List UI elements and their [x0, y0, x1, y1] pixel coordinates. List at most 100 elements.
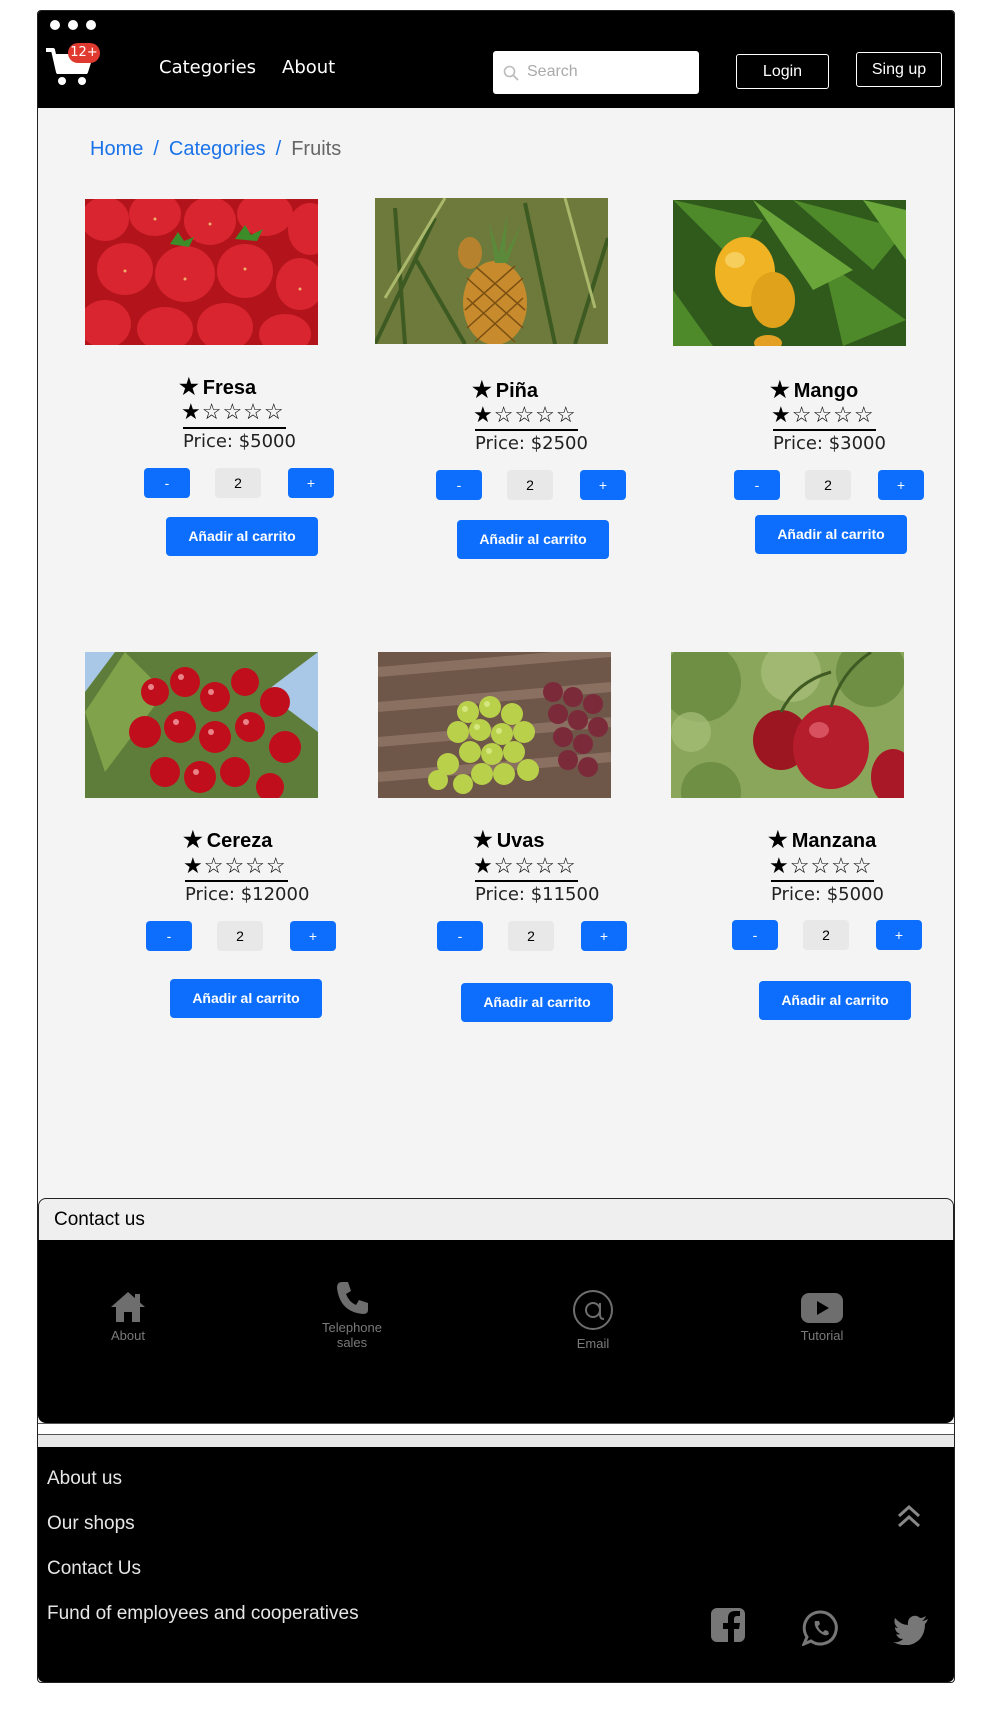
qty-value[interactable]: 2	[215, 468, 261, 498]
qty-minus-button[interactable]: -	[734, 470, 780, 500]
breadcrumb: Home / Categories / Fruits	[90, 138, 341, 161]
window-dot-icon	[68, 20, 78, 30]
qty-plus-button[interactable]: +	[876, 920, 922, 950]
search-icon	[503, 65, 519, 81]
qty-value[interactable]: 2	[805, 470, 851, 500]
contact-title: Contact us	[54, 1209, 145, 1230]
add-to-cart-button[interactable]: Añadir al carrito	[170, 979, 322, 1018]
contact-tutorial-label: Tutorial	[800, 1328, 844, 1343]
contact-tutorial-item[interactable]: Tutorial	[782, 1292, 862, 1343]
contact-about-label: About	[111, 1328, 145, 1343]
add-to-cart-button[interactable]: Añadir al carrito	[461, 983, 613, 1022]
product-name-label: Fresa	[202, 377, 257, 399]
contact-telephone-item[interactable]: Telephone sales	[307, 1280, 397, 1350]
rating-stars[interactable]: ★☆☆☆☆	[181, 400, 285, 424]
qty-minus-button[interactable]: -	[437, 921, 483, 951]
product-image-cherry	[85, 652, 318, 798]
whatsapp-icon[interactable]	[802, 1610, 840, 1646]
chevrons-up-icon[interactable]	[896, 1503, 922, 1529]
footer-link-about-us[interactable]: About us	[47, 1468, 122, 1490]
qty-value[interactable]: 2	[217, 921, 263, 951]
star-icon: ★	[473, 827, 493, 852]
qty-value[interactable]: 2	[803, 920, 849, 950]
breadcrumb-categories[interactable]: Categories	[169, 138, 266, 160]
contact-email-label: Email	[576, 1336, 610, 1351]
product-name: ★ Mango	[770, 377, 858, 403]
twitter-icon[interactable]	[893, 1615, 929, 1645]
product-price: Price: $3000	[773, 433, 886, 454]
qty-plus-button[interactable]: +	[878, 470, 924, 500]
qty-minus-button[interactable]: -	[144, 468, 190, 498]
product-name: ★ Uvas	[473, 827, 545, 853]
contact-panel: About Telephone sales Email Tutorial	[38, 1240, 954, 1423]
breadcrumb-current: Fruits	[291, 138, 342, 160]
product-name-label: Cereza	[206, 830, 273, 852]
rating-underline	[183, 427, 286, 429]
breadcrumb-separator: /	[275, 138, 282, 160]
product-name: ★ Cereza	[183, 827, 272, 853]
contact-about-item[interactable]: About	[93, 1290, 163, 1343]
add-to-cart-button[interactable]: Añadir al carrito	[755, 515, 907, 554]
product-price: Price: $12000	[185, 884, 310, 905]
product-image-apple	[671, 652, 904, 798]
nav-about[interactable]: About	[282, 57, 335, 78]
product-price: Price: $2500	[475, 433, 588, 454]
qty-plus-button[interactable]: +	[580, 470, 626, 500]
window-dot-icon	[86, 20, 96, 30]
add-to-cart-button[interactable]: Añadir al carrito	[166, 517, 318, 556]
add-to-cart-button[interactable]: Añadir al carrito	[759, 981, 911, 1020]
contact-email-item[interactable]: Email	[558, 1288, 628, 1351]
browser-window: 12+ Categories About Search Login Sing u…	[37, 10, 955, 1683]
footer-link-contact-us[interactable]: Contact Us	[47, 1558, 141, 1580]
product-name: ★ Fresa	[179, 374, 256, 400]
product-name-label: Piña	[495, 380, 538, 402]
star-icon: ★	[183, 827, 203, 852]
qty-value[interactable]: 2	[508, 921, 554, 951]
top-navbar: 12+ Categories About Search Login Sing u…	[38, 11, 954, 108]
product-name-label: Manzana	[791, 830, 877, 852]
search-placeholder: Search	[527, 63, 578, 80]
product-name: ★ Piña	[472, 377, 538, 403]
footer-divider	[38, 1435, 954, 1447]
phone-icon	[337, 1282, 368, 1314]
facebook-icon[interactable]	[710, 1607, 746, 1643]
footer-link-our-shops[interactable]: Our shops	[47, 1513, 135, 1535]
qty-plus-button[interactable]: +	[290, 921, 336, 951]
signup-button[interactable]: Sing up	[856, 52, 942, 87]
breadcrumb-home[interactable]: Home	[90, 138, 143, 160]
contact-telephone-label: Telephone sales	[322, 1320, 382, 1350]
rating-stars[interactable]: ★☆☆☆☆	[183, 854, 287, 878]
qty-minus-button[interactable]: -	[732, 920, 778, 950]
contact-header: Contact us	[38, 1198, 954, 1242]
rating-stars[interactable]: ★☆☆☆☆	[769, 854, 873, 878]
search-input[interactable]: Search	[493, 51, 699, 94]
product-name: ★ Manzana	[768, 827, 876, 853]
qty-value[interactable]: 2	[507, 470, 553, 500]
nav-categories[interactable]: Categories	[159, 57, 256, 78]
qty-plus-button[interactable]: +	[288, 468, 334, 498]
rating-stars[interactable]: ★☆☆☆☆	[473, 854, 577, 878]
rating-stars[interactable]: ★☆☆☆☆	[771, 403, 875, 427]
product-price: Price: $5000	[183, 431, 296, 452]
qty-minus-button[interactable]: -	[146, 921, 192, 951]
product-image-grapes	[378, 652, 611, 798]
cart-badge: 12+	[68, 43, 100, 63]
star-icon: ★	[179, 374, 199, 399]
rating-underline	[475, 880, 578, 882]
add-to-cart-button[interactable]: Añadir al carrito	[457, 520, 609, 559]
qty-plus-button[interactable]: +	[581, 921, 627, 951]
login-button[interactable]: Login	[736, 54, 829, 89]
star-icon: ★	[472, 377, 492, 402]
product-image-mango	[673, 200, 906, 346]
rating-underline	[773, 429, 876, 431]
product-price: Price: $5000	[771, 884, 884, 905]
product-name-label: Uvas	[496, 830, 545, 852]
rating-stars[interactable]: ★☆☆☆☆	[473, 403, 577, 427]
qty-minus-button[interactable]: -	[436, 470, 482, 500]
youtube-icon	[801, 1293, 843, 1323]
star-icon: ★	[770, 377, 790, 402]
product-name-label: Mango	[793, 380, 859, 402]
home-icon	[111, 1292, 145, 1322]
rating-underline	[771, 880, 874, 882]
footer-link-fund[interactable]: Fund of employees and cooperatives	[47, 1603, 359, 1625]
